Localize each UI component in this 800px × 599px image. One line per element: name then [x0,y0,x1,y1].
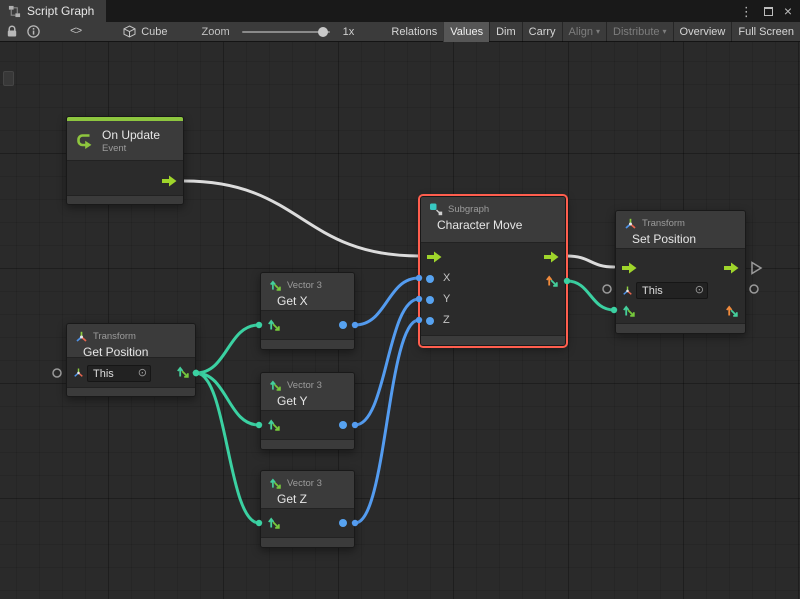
node-on-update[interactable]: On Update Event [66,116,184,205]
node-title: Get Z [277,492,346,506]
node-subtitle: Event [102,143,160,154]
code-icon[interactable]: <> [70,26,81,38]
title-bar: Script Graph ⋮ × [0,0,800,22]
node-subtitle: Vector 3 [287,478,322,489]
node-set-position[interactable]: Transform Set Position This ⊙ [615,210,746,334]
y-input-port[interactable] [426,296,434,304]
node-title: Get X [277,294,346,308]
transform-icon [73,367,84,378]
vector3-input-port[interactable] [622,304,636,318]
node-footer [616,323,745,333]
vector3-output-port[interactable] [725,304,739,318]
node-title: Get Position [83,345,187,359]
zoom-slider-knob[interactable] [318,27,328,37]
port-label-y: Y [443,293,450,305]
toolbar-button-dim[interactable]: Dim [489,22,522,42]
target-picker-icon[interactable]: ⊙ [695,285,704,296]
node-title: Character Move [437,218,557,232]
toolbar-button-relations[interactable]: Relations [385,22,443,42]
node-footer [67,387,195,396]
vector3-input-port[interactable] [267,516,281,530]
node-get-z[interactable]: Vector 3 Get Z [260,470,355,548]
vector3-icon [269,477,282,490]
lock-icon[interactable] [6,25,18,38]
maximize-icon[interactable] [764,7,773,16]
vector3-output-port[interactable] [176,365,190,379]
x-input-port[interactable] [426,275,434,283]
node-footer [421,335,565,345]
tab-label: Script Graph [27,4,94,18]
number-output-port[interactable] [339,421,347,429]
node-character-move[interactable]: Subgraph Character Move X Y Z [420,196,566,346]
node-title: Get Y [277,394,346,408]
canvas-corner-widget[interactable] [3,71,14,86]
number-output-port[interactable] [339,321,347,329]
tab-script-graph[interactable]: Script Graph [0,0,106,22]
node-subtitle: Subgraph [448,204,489,215]
node-footer [261,339,354,349]
node-subtitle: Transform [93,331,136,342]
toolbar-button-distribute: Distribute▾ [606,22,672,42]
toolbar-button-group: Relations Values Dim Carry Align▾ Distri… [385,22,800,42]
script-graph-icon [8,5,21,18]
graph-toolbar: <> Cube Zoom 1x Relations Values Dim Car… [0,22,800,42]
window-menu-icon[interactable]: ⋮ [740,5,753,18]
target-picker-icon[interactable]: ⊙ [138,368,147,379]
toolbar-button-align: Align▾ [562,22,606,42]
transform-icon [624,217,637,230]
zoom-slider[interactable] [242,31,330,33]
node-title: Set Position [632,232,737,246]
number-output-port[interactable] [339,519,347,527]
node-subtitle: Vector 3 [287,380,322,391]
node-get-x[interactable]: Vector 3 Get X [260,272,355,350]
node-get-position[interactable]: Transform Get Position This ⊙ [66,323,196,397]
node-get-y[interactable]: Vector 3 Get Y [260,372,355,450]
transform-icon [75,330,88,343]
node-subtitle: Vector 3 [287,280,322,291]
this-field[interactable]: This ⊙ [87,365,151,382]
info-icon[interactable] [27,25,40,38]
flow-output-port[interactable] [544,251,559,263]
flow-output-port[interactable] [724,262,739,274]
vector3-input-port[interactable] [267,418,281,432]
window-controls: ⋮ × [740,0,800,22]
close-icon[interactable]: × [784,4,792,18]
flow-input-port[interactable] [427,251,442,263]
vector3-output-port[interactable] [545,274,559,288]
toolbar-button-values[interactable]: Values [443,22,489,42]
dropdown-arrow-icon: ▾ [596,28,600,36]
transform-icon [622,285,633,296]
cube-icon [123,25,136,38]
toolbar-button-overview[interactable]: Overview [673,22,732,42]
dropdown-arrow-icon: ▾ [663,28,667,36]
zoom-value: 1x [343,26,355,38]
this-field[interactable]: This ⊙ [636,282,708,299]
target-object-label[interactable]: Cube [141,26,167,38]
vector3-icon [269,279,282,292]
node-footer [261,537,354,547]
vector3-icon [269,379,282,392]
toolbar-button-carry[interactable]: Carry [522,22,562,42]
flow-input-port[interactable] [622,262,637,274]
node-title: On Update [102,128,160,142]
flow-output-port[interactable] [162,175,177,187]
zoom-label: Zoom [202,26,230,38]
vector3-input-port[interactable] [267,318,281,332]
port-label-z: Z [443,314,450,326]
z-input-port[interactable] [426,317,434,325]
node-footer [67,195,183,204]
node-subtitle: Transform [642,218,685,229]
node-footer [261,439,354,449]
port-label-x: X [443,272,450,284]
on-update-event-icon [75,131,95,151]
subgraph-icon [429,202,443,216]
toolbar-button-full-screen[interactable]: Full Screen [731,22,800,42]
